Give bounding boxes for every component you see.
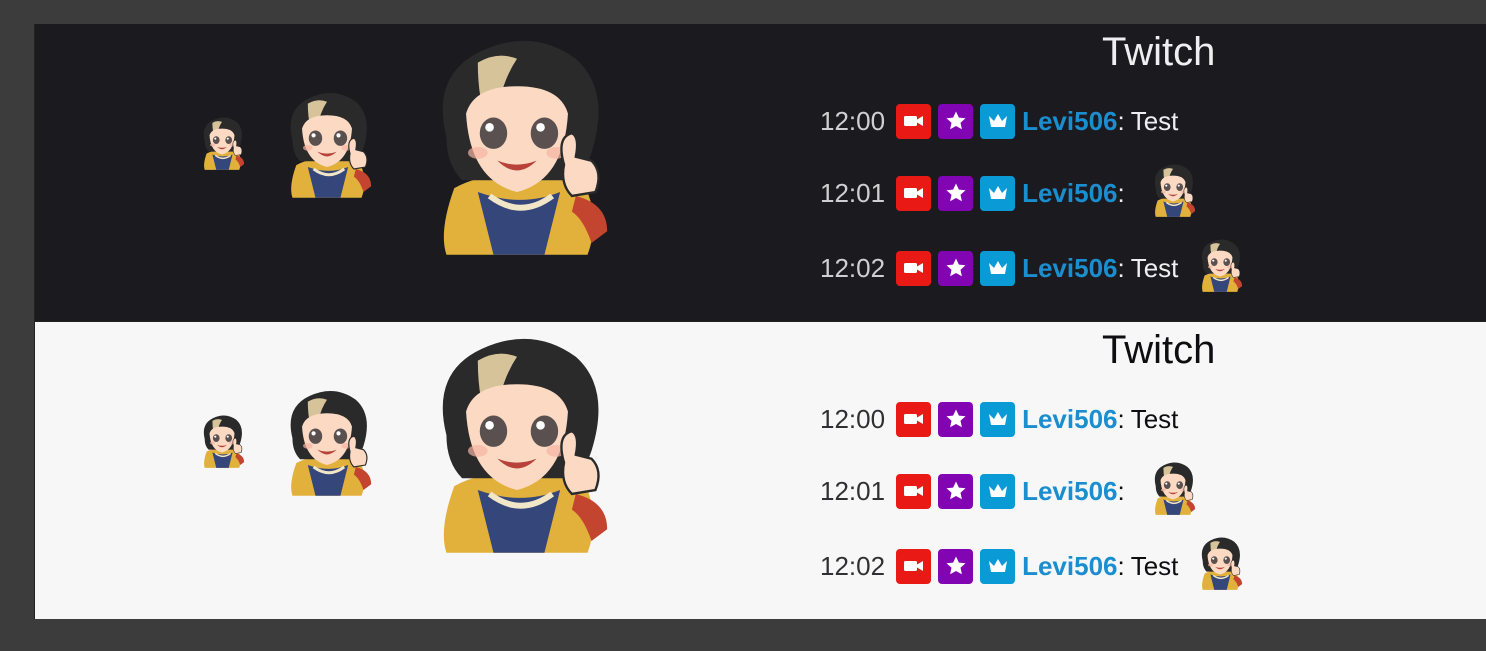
chat-message: 12:00 Levi506 : Test — [820, 101, 1196, 141]
message-text: Test — [1130, 550, 1179, 581]
vip-badge-icon[interactable] — [938, 250, 974, 286]
message-text: Test — [1130, 403, 1179, 434]
subscriber-badge-icon[interactable] — [980, 473, 1016, 509]
subscriber-badge-icon[interactable] — [980, 548, 1016, 584]
dark-theme-panel: Twitch 12:00 Levi506 : Test 12:01 Levi50… — [35, 24, 1486, 321]
subscriber-badge-icon[interactable] — [980, 401, 1016, 437]
chat-message: 12:02 Levi506 : Test — [820, 248, 1244, 288]
chat-emote-icon[interactable] — [1149, 162, 1197, 225]
broadcaster-badge-icon[interactable] — [896, 548, 932, 584]
chat-message: 12:02 Levi506 : Test — [820, 546, 1244, 586]
message-text: Test — [1130, 252, 1179, 283]
chat-username[interactable]: Levi506 — [1022, 551, 1117, 582]
message-timestamp: 12:00 — [820, 403, 886, 434]
artboard: Twitch 12:00 Levi506 : Test 12:01 Levi50… — [34, 24, 1486, 619]
emote-preview-large-icon — [419, 34, 615, 256]
vip-badge-icon[interactable] — [938, 175, 974, 211]
emote-preview-large-icon — [419, 332, 615, 554]
username-separator: : — [1117, 403, 1125, 434]
subscriber-badge-icon[interactable] — [980, 103, 1016, 139]
chat-username[interactable]: Levi506 — [1022, 404, 1117, 435]
chat-username[interactable]: Levi506 — [1022, 253, 1117, 284]
emote-preview-small-icon — [198, 116, 246, 170]
chat-message: 12:01 Levi506 : — [820, 173, 1197, 213]
vip-badge-icon[interactable] — [938, 473, 974, 509]
vip-badge-icon[interactable] — [938, 401, 974, 437]
panel-title: Twitch — [1102, 328, 1216, 372]
chat-emote-icon[interactable] — [1149, 460, 1197, 523]
emote-preview-medium-icon — [279, 388, 375, 496]
chat-username[interactable]: Levi506 — [1022, 106, 1117, 137]
emote-preview-small-icon — [198, 414, 246, 468]
broadcaster-badge-icon[interactable] — [896, 401, 932, 437]
chat-emote-icon[interactable] — [1196, 237, 1244, 300]
message-timestamp: 12:00 — [820, 105, 886, 136]
username-separator: : — [1117, 177, 1125, 208]
broadcaster-badge-icon[interactable] — [896, 250, 932, 286]
message-timestamp: 12:02 — [820, 252, 886, 283]
username-separator: : — [1117, 475, 1125, 506]
chat-message: 12:01 Levi506 : — [820, 471, 1197, 511]
chat-username[interactable]: Levi506 — [1022, 476, 1117, 507]
chat-message: 12:00 Levi506 : Test — [820, 399, 1196, 439]
chat-username[interactable]: Levi506 — [1022, 178, 1117, 209]
message-timestamp: 12:01 — [820, 177, 886, 208]
username-separator: : — [1117, 550, 1125, 581]
message-timestamp: 12:02 — [820, 550, 886, 581]
light-theme-panel: Twitch 12:00 Levi506 : Test 12:01 Levi50… — [35, 321, 1486, 619]
message-timestamp: 12:01 — [820, 475, 886, 506]
broadcaster-badge-icon[interactable] — [896, 175, 932, 211]
username-separator: : — [1117, 252, 1125, 283]
panel-title: Twitch — [1102, 30, 1216, 74]
vip-badge-icon[interactable] — [938, 103, 974, 139]
vip-badge-icon[interactable] — [938, 548, 974, 584]
subscriber-badge-icon[interactable] — [980, 175, 1016, 211]
subscriber-badge-icon[interactable] — [980, 250, 1016, 286]
broadcaster-badge-icon[interactable] — [896, 473, 932, 509]
emote-preview-medium-icon — [279, 90, 375, 198]
broadcaster-badge-icon[interactable] — [896, 103, 932, 139]
message-text: Test — [1130, 105, 1179, 136]
username-separator: : — [1117, 105, 1125, 136]
chat-emote-icon[interactable] — [1196, 535, 1244, 598]
